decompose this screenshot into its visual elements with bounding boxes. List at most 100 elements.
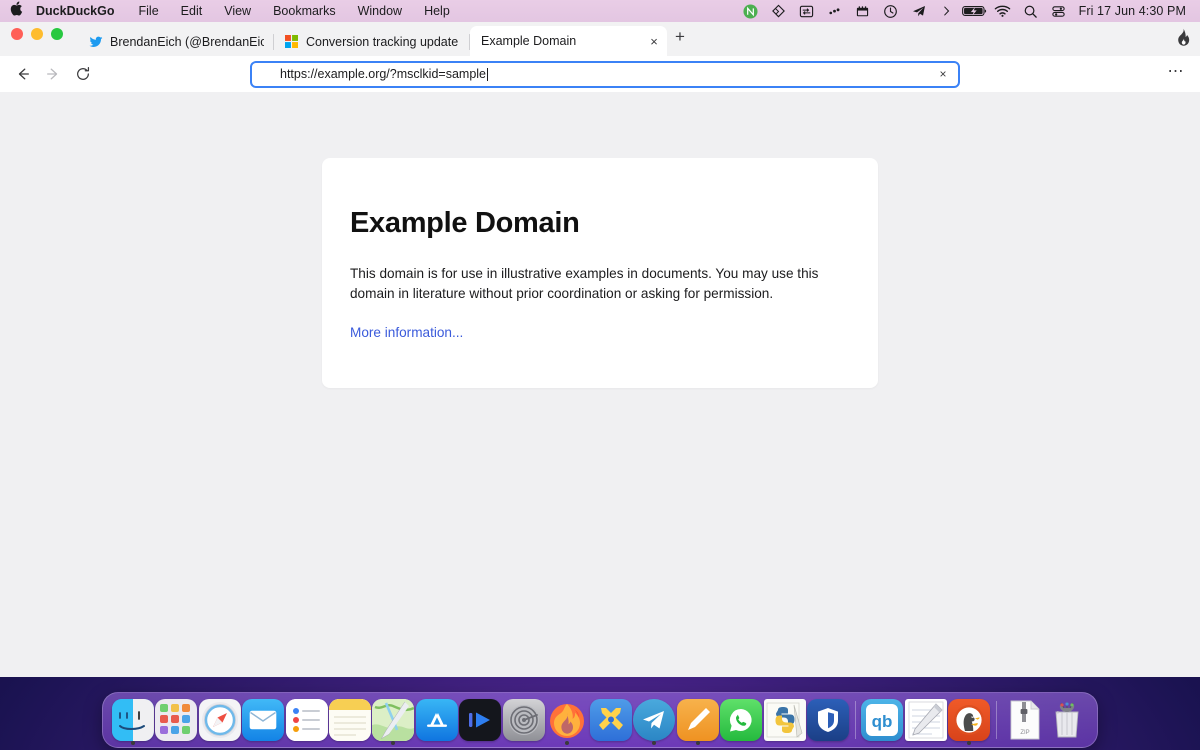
tab-strip: BrendanEich (@BrendanEich) / Tw Conversi… (0, 22, 1200, 56)
dock-item-finder[interactable] (111, 692, 154, 748)
address-bar-text: https://example.org/?msclkid=sample (280, 68, 486, 81)
close-tab-button[interactable]: × (645, 32, 663, 50)
address-bar[interactable]: https://example.org/?msclkid=sample × (250, 61, 960, 88)
media-player-icon (459, 699, 501, 741)
control-center-icon[interactable] (1045, 0, 1073, 22)
twitter-icon (89, 35, 103, 49)
page-title: Example Domain (350, 208, 850, 240)
dock-item-bitwarden[interactable] (806, 692, 849, 748)
menu-app-name[interactable]: DuckDuckGo (26, 0, 128, 22)
dock-item-maps[interactable] (372, 692, 415, 748)
tab-conversion-tracking[interactable]: Conversion tracking update on Bi (274, 28, 470, 56)
zoom-window-button[interactable] (51, 28, 63, 40)
dropbox-icon[interactable] (765, 0, 793, 22)
python-idle-icon (764, 699, 806, 741)
menu-bar: DuckDuckGo File Edit View Bookmarks Wind… (0, 0, 1200, 22)
menu-edit[interactable]: Edit (170, 0, 214, 22)
close-window-button[interactable] (11, 28, 23, 40)
running-indicator (391, 741, 395, 745)
dock-item-telegram[interactable] (632, 692, 675, 748)
menu-bar-clock[interactable]: Fri 17 Jun 4:30 PM (1073, 4, 1194, 18)
dock-separator (996, 701, 997, 739)
browser-window: BrendanEich (@BrendanEich) / Tw Conversi… (0, 22, 1200, 677)
minimize-window-button[interactable] (31, 28, 43, 40)
telegram-icon (633, 699, 675, 741)
trash-icon (1046, 699, 1088, 741)
running-indicator (131, 741, 135, 745)
tab-list: BrendanEich (@BrendanEich) / Tw Conversi… (78, 22, 693, 56)
telegram-icon[interactable] (905, 0, 933, 22)
search-icon[interactable] (1017, 0, 1045, 22)
page-paragraph: This domain is for use in illustrative e… (350, 264, 822, 304)
forward-button[interactable] (38, 60, 68, 88)
firefox-icon (546, 699, 588, 741)
svg-text:qb: qb (872, 712, 893, 731)
developer-tools-icon (590, 699, 632, 741)
safari-icon (199, 699, 241, 741)
running-indicator (967, 741, 971, 745)
dock-item-launchpad[interactable] (154, 692, 197, 748)
dock-item-reminders[interactable] (285, 692, 328, 748)
system-settings-icon (503, 699, 545, 741)
dock-separator (855, 701, 856, 739)
nordvpn-icon[interactable] (737, 0, 765, 22)
tab-title: Example Domain (481, 34, 638, 48)
three-dots-icon[interactable] (821, 0, 849, 22)
running-indicator (696, 741, 700, 745)
menu-file[interactable]: File (128, 0, 170, 22)
wifi-icon[interactable] (989, 0, 1017, 22)
dock-item-zip-file[interactable]: ZIP (1002, 692, 1045, 748)
example-domain-card: Example Domain This domain is for use in… (322, 158, 878, 388)
tab-example-domain[interactable]: Example Domain × (470, 26, 667, 56)
dock-item-whatsapp[interactable] (719, 692, 762, 748)
finder-icon (112, 699, 154, 741)
new-tab-button[interactable]: + (667, 22, 693, 56)
maps-icon (372, 699, 414, 741)
tab-title: Conversion tracking update on Bi (306, 35, 460, 49)
dock-item-notes-pencil[interactable] (676, 692, 719, 748)
reload-button[interactable] (68, 60, 98, 88)
menu-bookmarks[interactable]: Bookmarks (262, 0, 347, 22)
running-indicator (565, 741, 569, 745)
chevron-right-icon[interactable] (933, 0, 961, 22)
dock-item-python-idle[interactable] (763, 692, 806, 748)
dock-item-app-store[interactable] (415, 692, 458, 748)
dock-item-safari[interactable] (198, 692, 241, 748)
battery-charging-icon[interactable] (961, 0, 989, 22)
dock-item-developer-tools[interactable] (589, 692, 632, 748)
whatsapp-icon (720, 699, 762, 741)
window-traffic-lights (0, 22, 63, 56)
mail-icon (242, 699, 284, 741)
clear-address-button[interactable]: × (934, 65, 952, 83)
dock-item-firefox[interactable] (546, 692, 589, 748)
dock-item-media-player[interactable] (459, 692, 502, 748)
browser-menu-button[interactable]: ⋯ (1162, 60, 1190, 88)
dock-item-system-settings[interactable] (502, 692, 545, 748)
textedit-icon (905, 699, 947, 741)
dock-item-trash[interactable] (1046, 692, 1089, 748)
back-button[interactable] (8, 60, 38, 88)
more-information-link[interactable]: More information... (350, 325, 463, 340)
menu-view[interactable]: View (213, 0, 262, 22)
menu-bar-status-area: Fri 17 Jun 4:30 PM (737, 0, 1194, 22)
page-viewport: Example Domain This domain is for use in… (0, 92, 1200, 677)
dock-item-textedit[interactable] (904, 692, 947, 748)
fire-icon[interactable] (1166, 22, 1200, 56)
zip-file-label: ZIP (1020, 730, 1029, 736)
clock-icon[interactable] (877, 0, 905, 22)
duckduckgo-icon (948, 699, 990, 741)
apple-logo-icon[interactable] (0, 0, 26, 22)
dock-item-qbittorrent[interactable]: qb (861, 692, 904, 748)
zip-file-icon: ZIP (1003, 699, 1045, 741)
running-indicator (652, 741, 656, 745)
calendar-icon[interactable] (849, 0, 877, 22)
dock-item-duckduckgo[interactable] (948, 692, 991, 748)
menu-window[interactable]: Window (347, 0, 413, 22)
notes-pencil-icon (677, 699, 719, 741)
dock-item-mail[interactable] (241, 692, 284, 748)
menu-help[interactable]: Help (413, 0, 461, 22)
dock-item-notes[interactable] (328, 692, 371, 748)
launchpad-icon (155, 699, 197, 741)
network-transfer-icon[interactable] (793, 0, 821, 22)
tab-brendaneich[interactable]: BrendanEich (@BrendanEich) / Tw (78, 28, 274, 56)
